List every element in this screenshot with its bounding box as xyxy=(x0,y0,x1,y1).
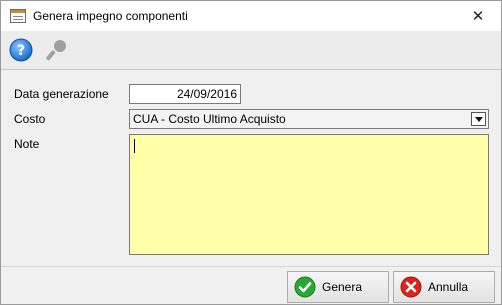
genera-label: Genera xyxy=(322,280,363,294)
notes-label: Note xyxy=(14,137,40,151)
button-bar: Genera Annulla xyxy=(1,266,501,304)
help-icon[interactable]: ? xyxy=(9,38,33,62)
svg-text:?: ? xyxy=(17,43,25,59)
cancel-icon xyxy=(400,276,422,298)
window-title: Genera impegno componenti xyxy=(33,9,188,23)
cost-label: Costo xyxy=(14,112,46,126)
genera-button[interactable]: Genera xyxy=(287,271,389,303)
key-icon[interactable] xyxy=(45,38,69,62)
dialog-window: Genera impegno componenti ✕ ? Data gener… xyxy=(0,0,502,305)
chevron-down-icon[interactable] xyxy=(471,112,486,126)
cost-select-value: CUA - Costo Ultimo Acquisto xyxy=(133,112,286,126)
app-window-icon xyxy=(10,9,26,23)
notes-textarea[interactable] xyxy=(129,134,489,255)
form-area: Data generazione 24/09/2016 Costo CUA - … xyxy=(1,71,501,266)
checkmark-icon xyxy=(294,276,316,298)
annulla-button[interactable]: Annulla xyxy=(393,271,495,303)
title-bar[interactable]: Genera impegno componenti ✕ xyxy=(1,1,501,31)
toolbar: ? xyxy=(1,31,501,70)
annulla-label: Annulla xyxy=(428,280,469,294)
cost-select[interactable]: CUA - Costo Ultimo Acquisto xyxy=(129,109,489,129)
text-caret xyxy=(134,139,135,153)
close-button[interactable]: ✕ xyxy=(455,1,501,31)
date-field[interactable]: 24/09/2016 xyxy=(129,84,241,104)
date-label: Data generazione xyxy=(14,87,109,101)
